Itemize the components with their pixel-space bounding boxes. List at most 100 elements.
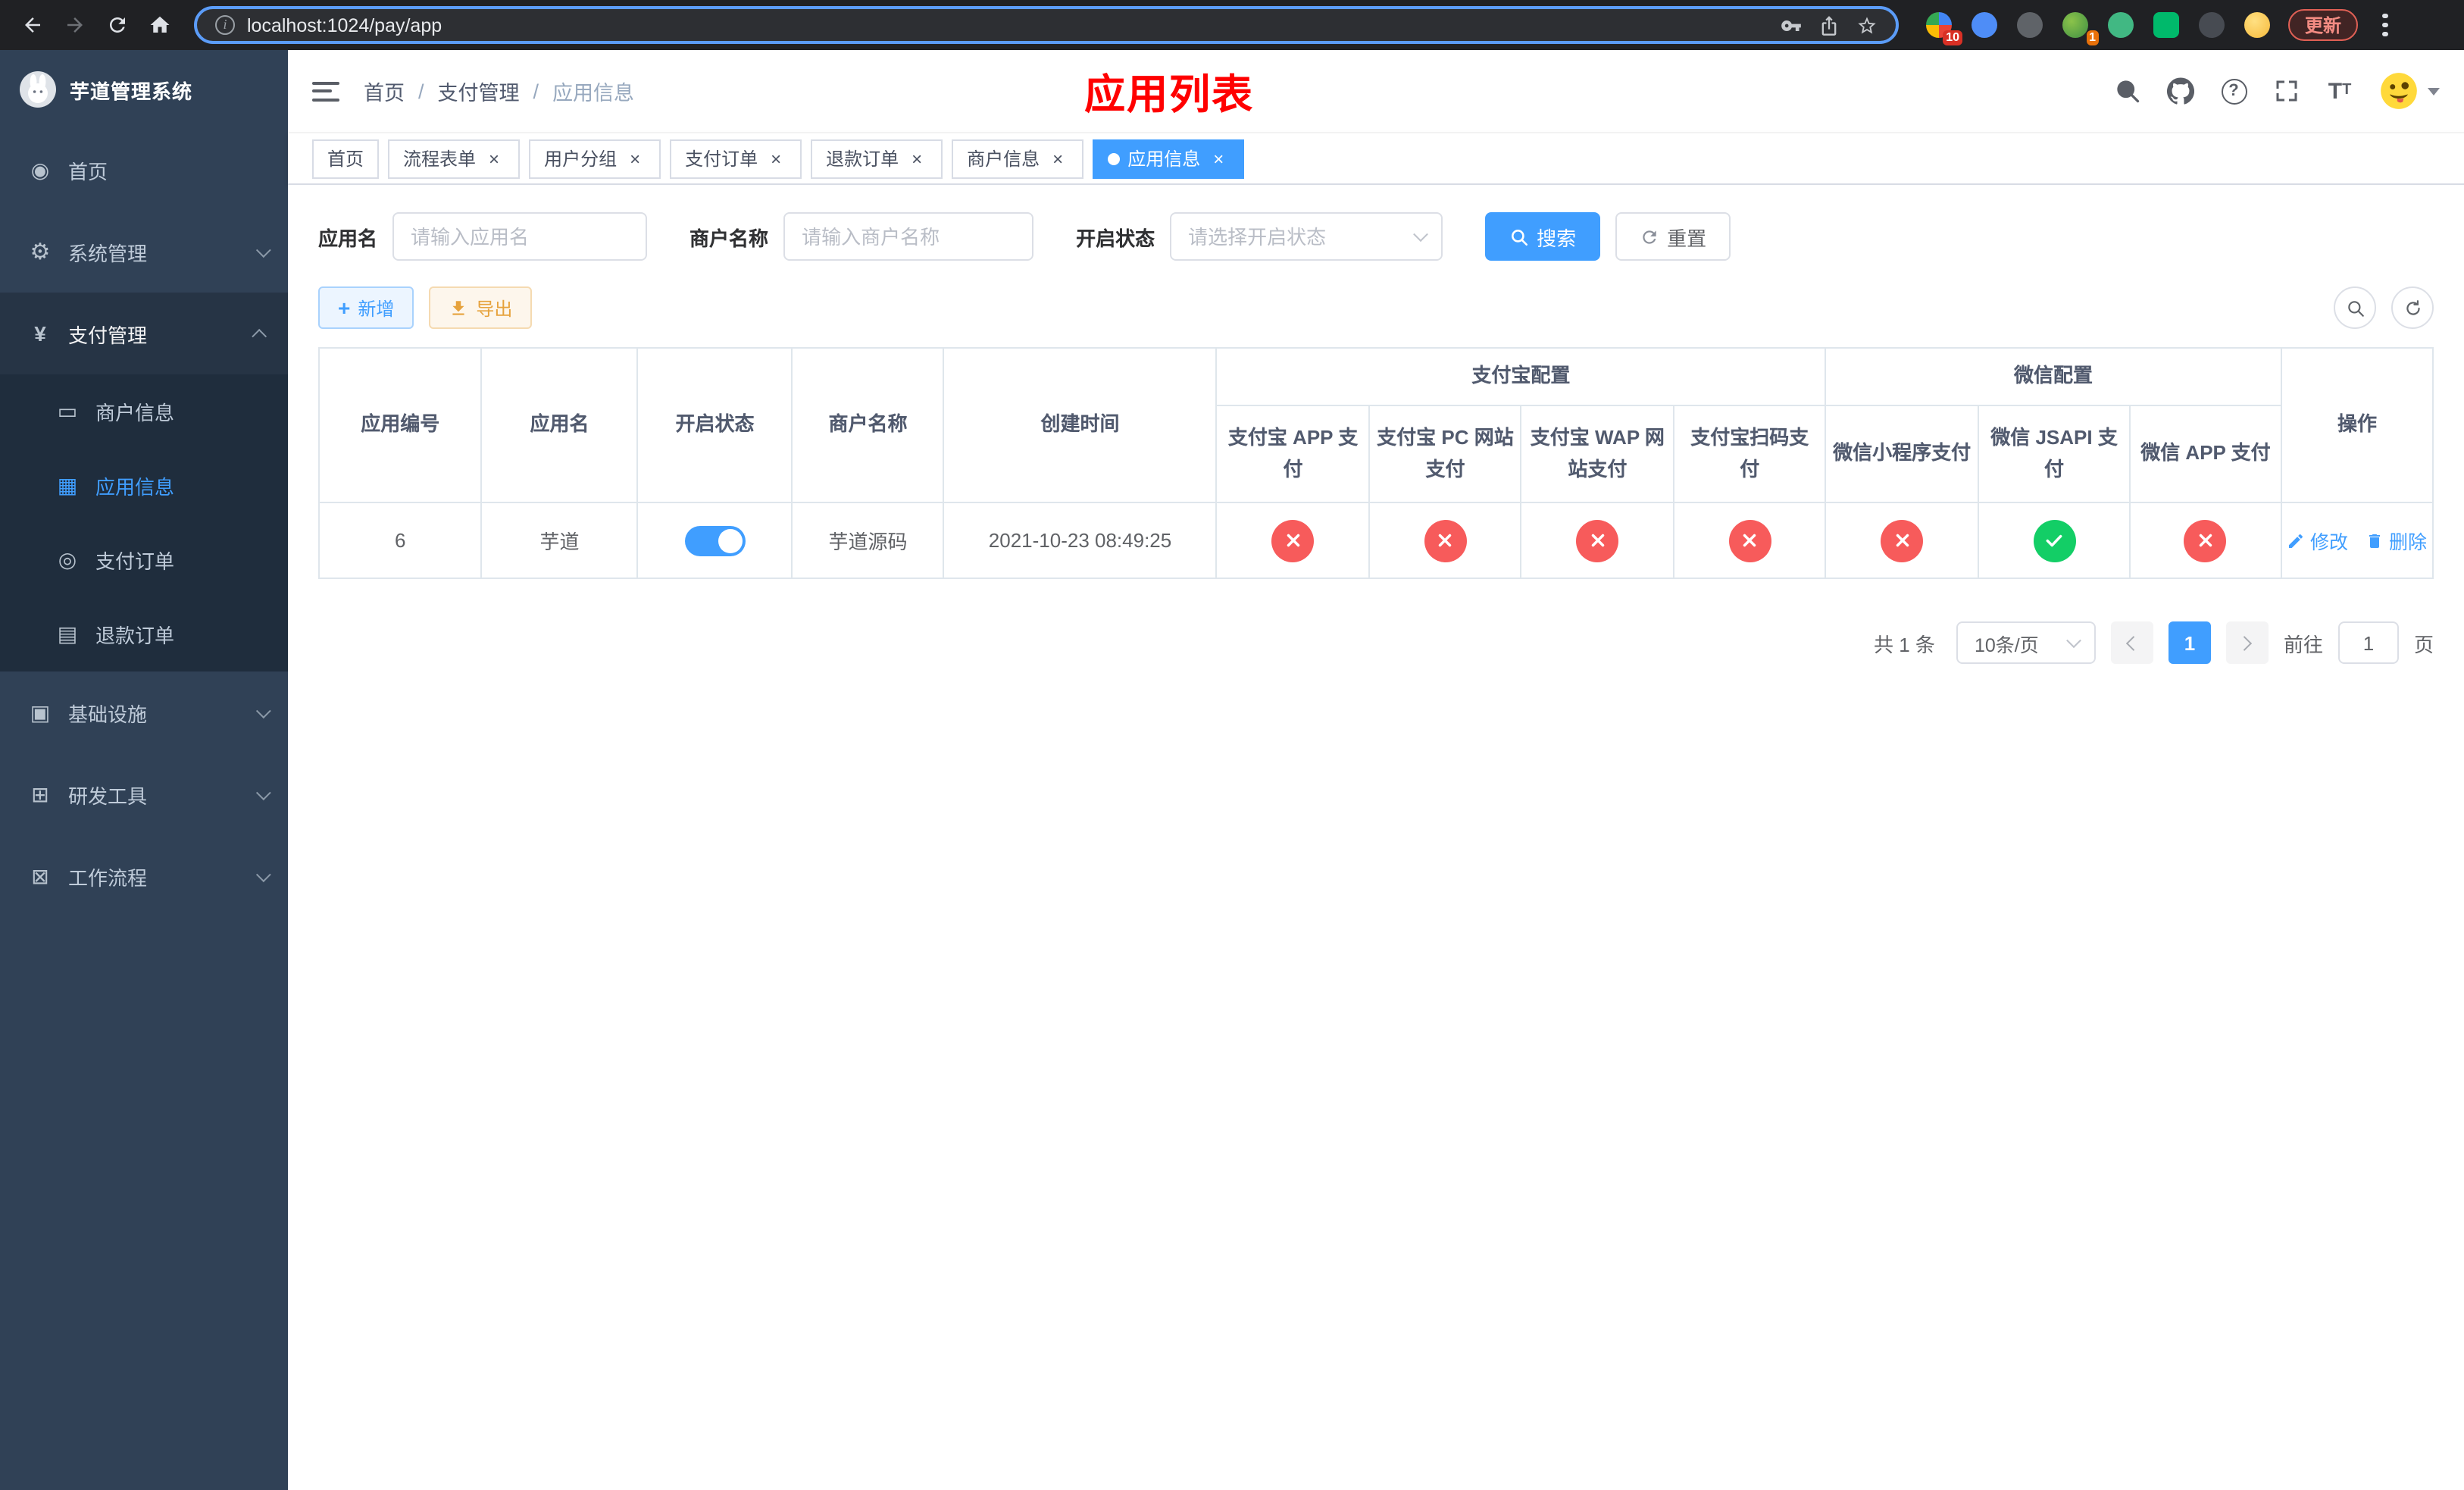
user-avatar[interactable]: [2379, 71, 2440, 111]
extension-icon[interactable]: 10: [1926, 12, 1962, 45]
export-button[interactable]: 导出: [429, 286, 533, 329]
extension-icon[interactable]: [2199, 12, 2225, 38]
gear-icon: [27, 238, 53, 265]
close-icon[interactable]: [1208, 148, 1229, 169]
wechat-mini-status-icon: [1881, 519, 1924, 562]
add-button-label: 新增: [358, 298, 395, 319]
browser-refresh-button[interactable]: [97, 5, 136, 45]
browser-forward-button[interactable]: [55, 5, 94, 45]
add-button[interactable]: + 新增: [318, 286, 414, 329]
toggle-search-button[interactable]: [2334, 286, 2376, 329]
table-row: 6 芋道 芋道源码 2021-10-23 08:49:25 修改 删除: [317, 502, 2434, 579]
sidebar-item-refund-orders[interactable]: 退款订单: [0, 597, 288, 671]
sidebar-item-label: 支付订单: [95, 550, 175, 573]
sidebar-item-home[interactable]: 首页: [0, 129, 288, 211]
infrastructure-icon: [27, 700, 53, 725]
bookmark-star-icon[interactable]: [1856, 14, 1878, 36]
sidebar-item-dev-tools[interactable]: 研发工具: [0, 753, 288, 835]
document-icon: [55, 621, 80, 647]
refresh-table-button[interactable]: [2391, 286, 2434, 329]
workflow-icon: [27, 863, 53, 889]
tab-user-group[interactable]: 用户分组: [529, 139, 661, 178]
extension-icon[interactable]: [1972, 12, 1997, 38]
next-page-button[interactable]: [2225, 621, 2269, 664]
close-icon[interactable]: [624, 148, 646, 169]
filter-form: 应用名 商户名称 开启状态: [318, 212, 2434, 261]
sidebar-item-payment[interactable]: 支付管理: [0, 293, 288, 374]
extension-icon[interactable]: [2153, 12, 2179, 38]
sidebar-toggle-button[interactable]: [312, 81, 339, 101]
sidebar-item-label: 工作流程: [68, 866, 148, 889]
extension-icon[interactable]: [2017, 12, 2043, 38]
github-icon[interactable]: [2167, 77, 2194, 105]
page-size-select[interactable]: [1956, 621, 2096, 664]
browser-back-button[interactable]: [12, 5, 52, 45]
status-toggle[interactable]: [684, 525, 746, 556]
tab-label: 退款订单: [826, 149, 899, 170]
chevron-right-icon: [2237, 635, 2253, 650]
close-icon[interactable]: [906, 148, 927, 169]
sidebar-item-pay-orders[interactable]: 支付订单: [0, 523, 288, 597]
page-size-value[interactable]: [1956, 621, 2096, 664]
close-icon[interactable]: [765, 148, 786, 169]
sidebar-item-infrastructure[interactable]: 基础设施: [0, 671, 288, 753]
col-header-wechat-jsapi: 微信 JSAPI 支付: [1978, 405, 2131, 503]
sidebar-logo[interactable]: 芋道管理系统: [0, 50, 288, 129]
tab-refund-orders[interactable]: 退款订单: [811, 139, 943, 178]
app-name-input[interactable]: [392, 212, 648, 261]
arrow-right-icon: [67, 17, 82, 33]
status-select-input[interactable]: [1170, 212, 1443, 261]
col-header-alipay-wap: 支付宝 WAP 网站支付: [1520, 405, 1675, 503]
close-icon[interactable]: [483, 148, 505, 169]
col-header-created: 创建时间: [943, 347, 1218, 503]
refresh-icon: [2406, 299, 2419, 315]
cell-status: [636, 502, 793, 579]
site-info-icon[interactable]: i: [215, 15, 235, 35]
screen: i localhost:1024/pay/app 10 1 更新 芋道管理系统 …: [0, 0, 2464, 1490]
edit-button[interactable]: 修改: [2287, 526, 2348, 555]
tab-pay-orders[interactable]: 支付订单: [670, 139, 802, 178]
search-button[interactable]: 搜索: [1485, 212, 1601, 261]
extension-icon[interactable]: [2108, 12, 2134, 38]
close-icon[interactable]: [1047, 148, 1068, 169]
goto-page-input[interactable]: [2337, 621, 2399, 664]
browser-menu-button[interactable]: [2370, 5, 2400, 45]
yen-icon: [27, 321, 53, 346]
merchant-name-input[interactable]: [783, 212, 1034, 261]
tab-label: 商户信息: [967, 149, 1040, 170]
share-icon[interactable]: [1818, 14, 1840, 36]
sidebar-item-system[interactable]: 系统管理: [0, 211, 288, 293]
search-icon[interactable]: [2114, 77, 2141, 105]
fullscreen-icon[interactable]: [2273, 77, 2300, 105]
breadcrumb-payment[interactable]: 支付管理: [438, 76, 520, 106]
tab-merchant-info[interactable]: 商户信息: [952, 139, 1084, 178]
font-size-icon[interactable]: TT: [2326, 77, 2353, 105]
prev-page-button[interactable]: [2110, 621, 2153, 664]
chevron-up-icon: [252, 327, 267, 343]
extension-logo: [2244, 12, 2270, 38]
extension-icon[interactable]: [2244, 12, 2270, 38]
credit-card-icon: [55, 399, 80, 424]
sidebar-item-workflow[interactable]: 工作流程: [0, 835, 288, 917]
breadcrumb-home[interactable]: 首页: [364, 76, 405, 106]
reset-button[interactable]: 重置: [1615, 212, 1731, 261]
status-select[interactable]: [1170, 212, 1443, 261]
col-group-wechat: 微信配置: [1825, 347, 2282, 406]
help-icon[interactable]: ?: [2220, 77, 2247, 105]
sidebar-item-merchant-info[interactable]: 商户信息: [0, 374, 288, 449]
delete-button[interactable]: 删除: [2366, 526, 2427, 555]
tab-process-form[interactable]: 流程表单: [388, 139, 521, 178]
extension-icon[interactable]: 1: [2062, 12, 2099, 45]
tab-home[interactable]: 首页: [312, 139, 380, 178]
browser-home-button[interactable]: [139, 5, 179, 45]
home-icon: [149, 16, 169, 33]
page-1-button[interactable]: 1: [2168, 621, 2211, 664]
address-bar[interactable]: i localhost:1024/pay/app: [194, 6, 1899, 44]
browser-update-button[interactable]: 更新: [2288, 9, 2359, 41]
extension-badge: 1: [2086, 30, 2099, 45]
breadcrumb-separator: /: [418, 80, 424, 102]
tab-app-info[interactable]: 应用信息: [1093, 139, 1245, 178]
sidebar-item-app-info[interactable]: 应用信息: [0, 449, 288, 523]
url-text[interactable]: localhost:1024/pay/app: [247, 14, 1768, 36]
password-key-icon[interactable]: [1781, 14, 1802, 36]
